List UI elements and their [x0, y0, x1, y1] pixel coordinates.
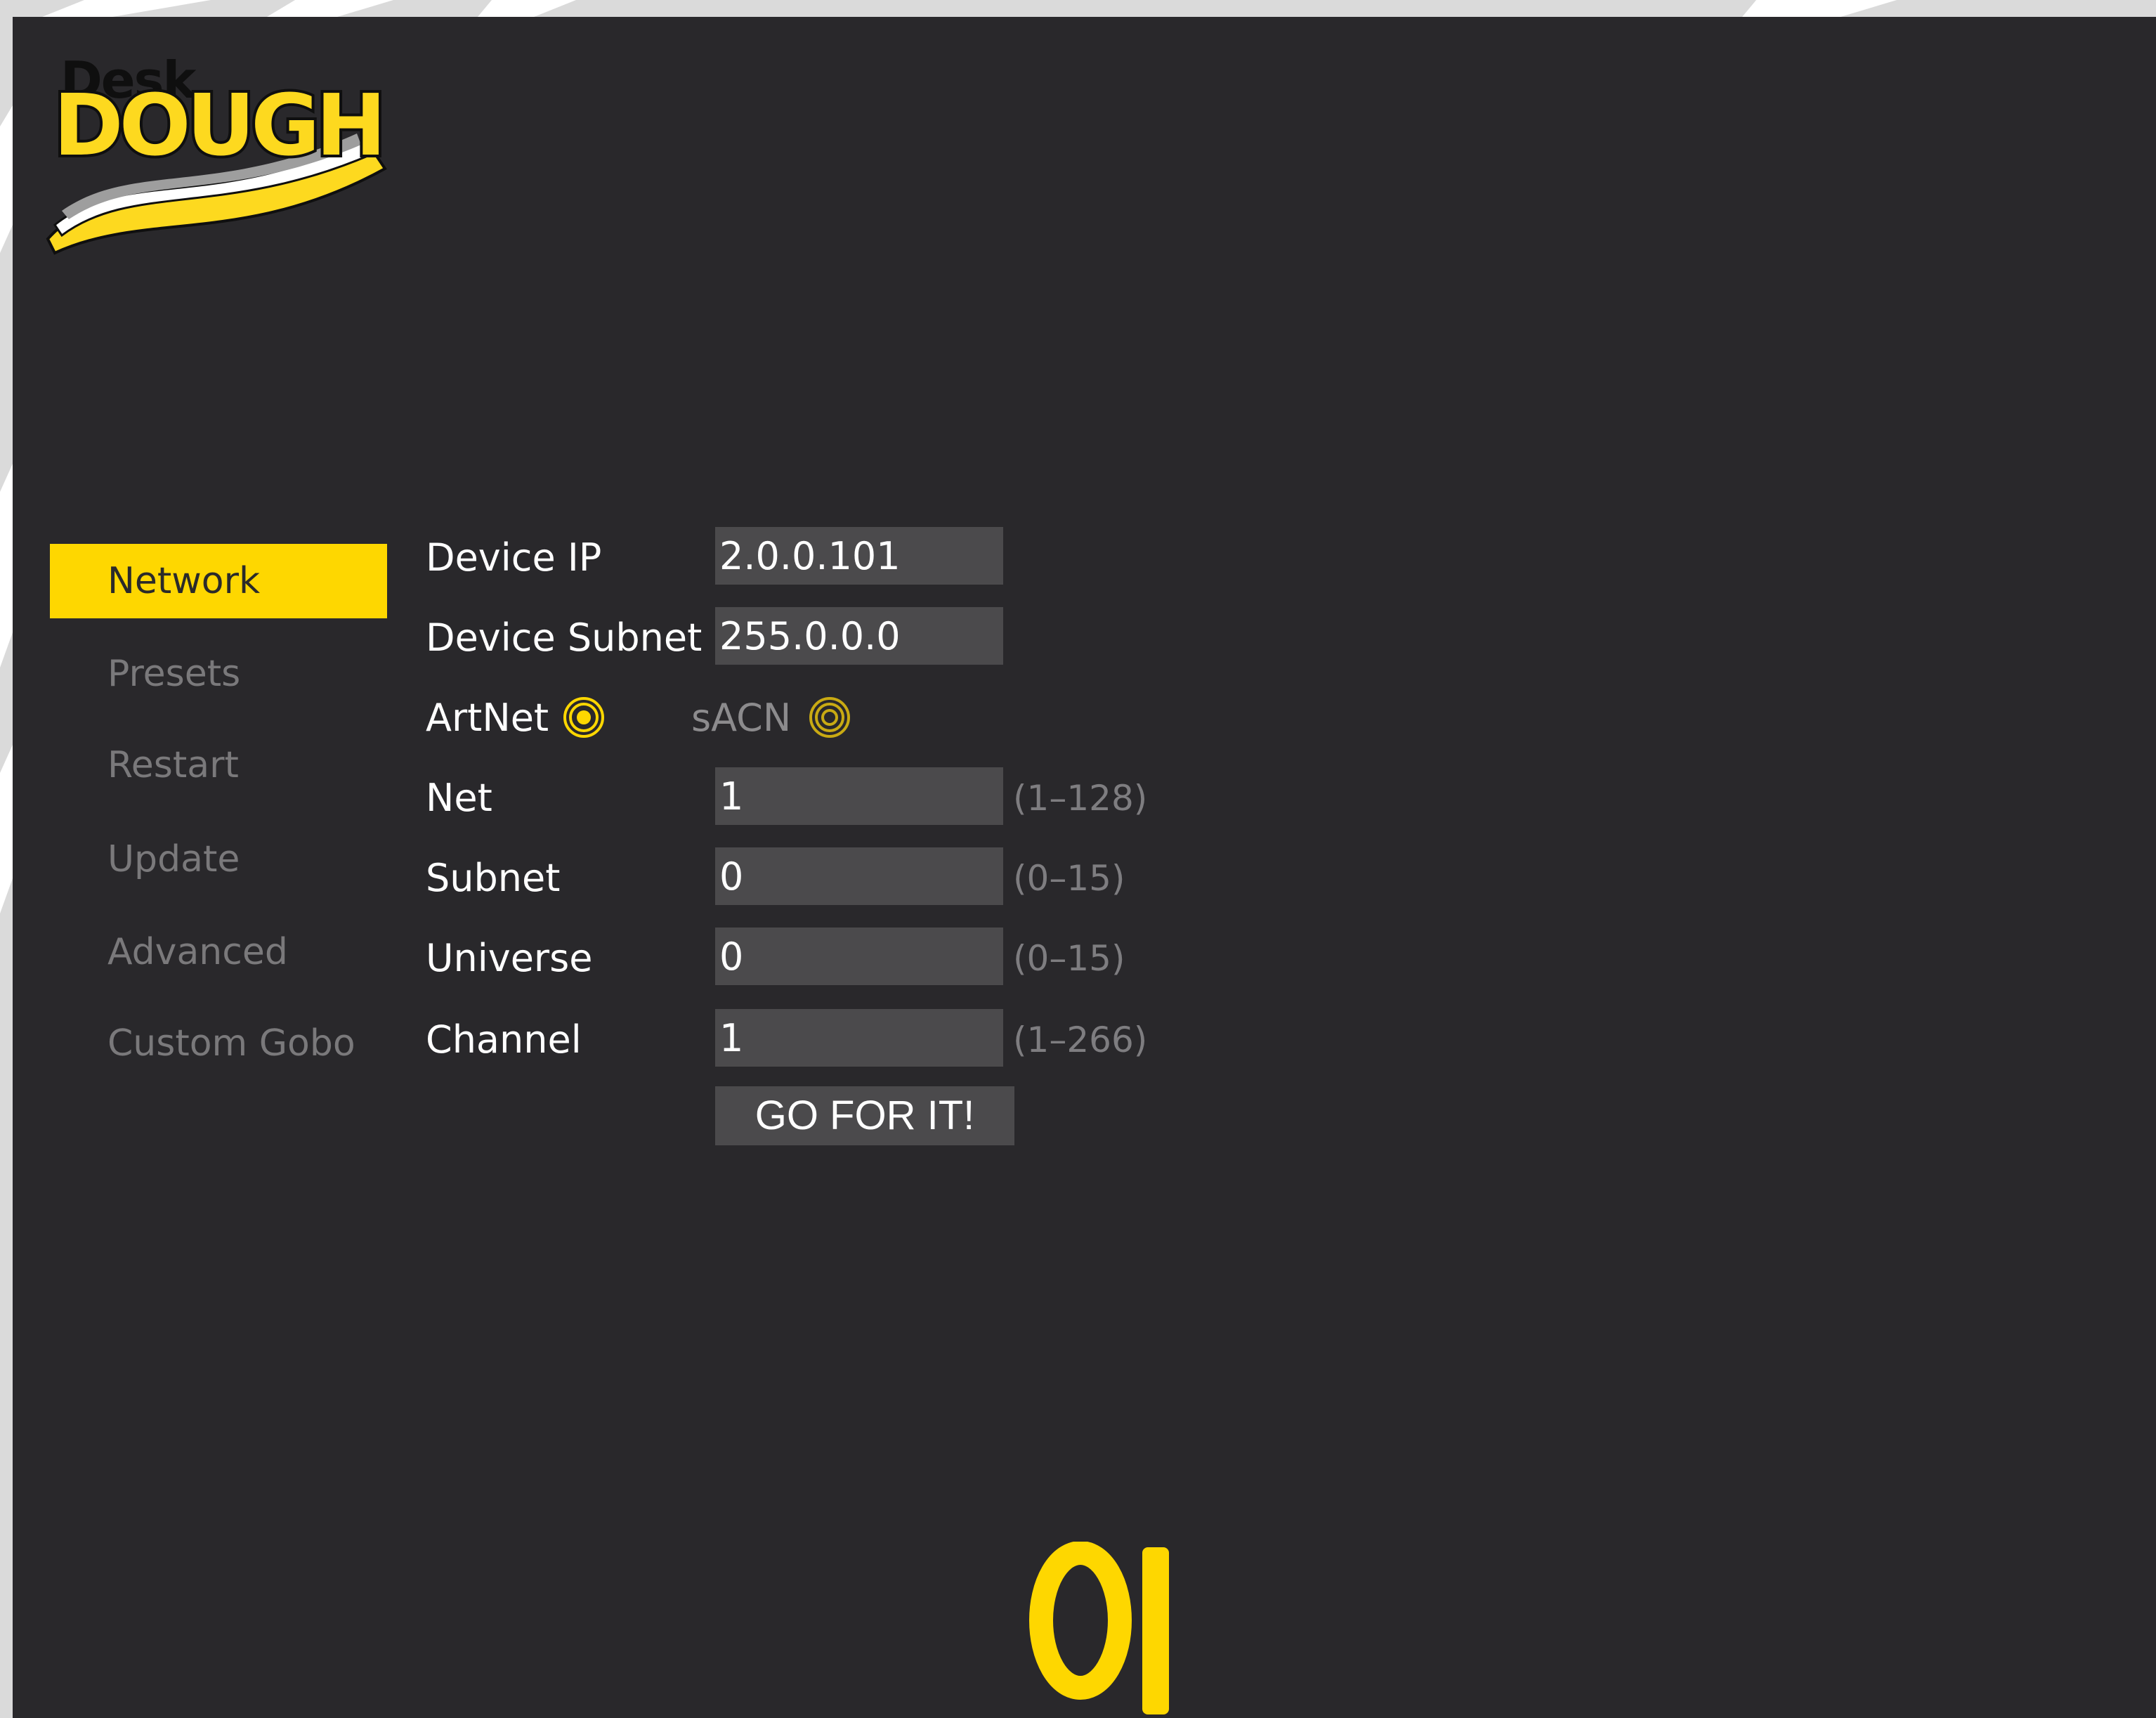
sidebar-item-label: Advanced	[107, 931, 288, 973]
artnet-radio[interactable]	[562, 696, 606, 739]
sidebar-item-advanced[interactable]: Advanced	[50, 915, 387, 989]
sidebar-item-label: Network	[107, 560, 261, 602]
channel-range-hint: (1–266)	[1013, 1020, 1148, 1060]
app-window: Desk DOUGH Network Presets Restart Updat…	[13, 17, 2156, 1718]
sidebar-item-label: Restart	[107, 744, 239, 786]
sidebar-item-restart[interactable]: Restart	[50, 728, 387, 802]
sidebar-item-label: Custom Gobo	[107, 1022, 355, 1065]
sidebar-item-network[interactable]: Network	[50, 544, 387, 618]
artnet-label: ArtNet	[426, 696, 549, 740]
device-ip-label: Device IP	[426, 535, 602, 580]
universe-range-hint: (0–15)	[1013, 938, 1125, 979]
sidebar-item-label: Presets	[107, 653, 241, 695]
device-subnet-input[interactable]	[715, 607, 1003, 665]
net-range-hint: (1–128)	[1013, 778, 1148, 819]
subnet-input[interactable]	[715, 847, 1003, 905]
subnet-label: Subnet	[426, 856, 561, 900]
universe-label: Universe	[426, 936, 593, 980]
sidebar-item-label: Update	[107, 838, 240, 880]
device-ip-input[interactable]	[715, 527, 1003, 585]
sidebar-item-custom-gobo[interactable]: Custom Gobo	[50, 1006, 387, 1081]
universe-input[interactable]	[715, 928, 1003, 985]
net-label: Net	[426, 776, 492, 820]
go-for-it-button[interactable]: GO FOR IT!	[715, 1086, 1014, 1145]
channel-input[interactable]	[715, 1009, 1003, 1067]
subnet-range-hint: (0–15)	[1013, 858, 1125, 899]
channel-label: Channel	[426, 1017, 582, 1062]
device-subnet-label: Device Subnet	[426, 616, 703, 660]
footer-brand-mark-icon	[1029, 1542, 1169, 1714]
sidebar-item-update[interactable]: Update	[50, 822, 387, 897]
sacn-radio[interactable]	[808, 696, 851, 739]
logo-big-text: DOUGH	[51, 74, 389, 178]
net-input[interactable]	[715, 767, 1003, 825]
desk-dough-logo: Desk DOUGH	[34, 35, 399, 267]
sidebar-item-presets[interactable]: Presets	[50, 637, 387, 711]
sacn-label: sACN	[691, 696, 792, 740]
